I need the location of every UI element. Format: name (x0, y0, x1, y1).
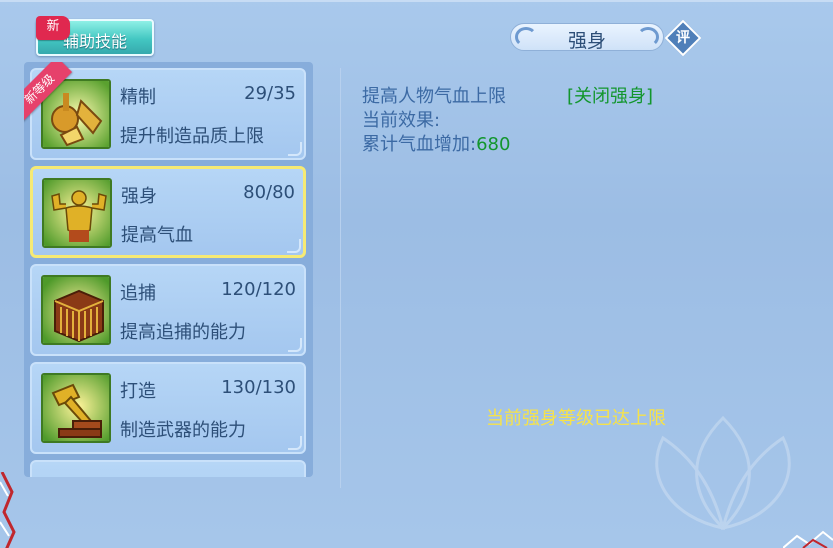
muscle-man-icon (42, 178, 112, 248)
current-effect-label: 当前效果: (362, 110, 441, 131)
detail-title-plate: 强身 (510, 23, 664, 52)
lotus-watermark-icon (655, 415, 791, 531)
skill-level: 120/120 (221, 279, 296, 300)
swirl-right-icon (637, 27, 659, 47)
rate-label: 评 (676, 30, 690, 46)
skill-list[interactable]: 精制 29/35 提升制造品质上限 新等级 强身 80/80 提高气血 追捕 1… (24, 62, 313, 477)
accumulated-value: 680 (476, 134, 511, 155)
cage-icon (41, 275, 111, 345)
skill-name: 打造 (120, 381, 156, 402)
right-ornament-icon (783, 530, 833, 548)
skill-level: 29/35 (244, 83, 296, 104)
skill-name: 追捕 (120, 283, 156, 304)
toggle-skill-link[interactable]: [关闭强身] (567, 82, 653, 108)
card-corner-ornament (288, 436, 302, 450)
skill-card-qiangshen[interactable]: 强身 80/80 提高气血 (30, 166, 306, 258)
left-ornament-icon (0, 472, 16, 548)
accumulated-line: 累计气血增加:680 (362, 130, 510, 156)
skill-card-zhuibu[interactable]: 追捕 120/120 提高追捕的能力 (30, 264, 306, 356)
skill-level: 130/130 (221, 377, 296, 398)
skill-card-jingzhi[interactable]: 精制 29/35 提升制造品质上限 (30, 68, 306, 160)
skill-desc: 提高追捕的能力 (120, 322, 246, 343)
panel-divider (340, 68, 341, 488)
skill-card-partial[interactable] (30, 460, 306, 477)
skill-desc: 制造武器的能力 (120, 420, 246, 441)
skill-name: 精制 (120, 87, 156, 108)
new-badge: 新 (36, 16, 70, 40)
max-level-notice: 当前强身等级已达上限 (486, 408, 666, 429)
accumulated-label: 累计气血增加: (362, 134, 477, 155)
skill-desc: 提高气血 (121, 225, 193, 246)
skill-card-dazao[interactable]: 打造 130/130 制造武器的能力 (30, 362, 306, 454)
card-corner-ornament (288, 142, 302, 156)
card-corner-ornament (288, 338, 302, 352)
hammer-anvil-icon (41, 373, 111, 443)
skill-description: 提高人物气血上限 (362, 86, 506, 107)
card-corner-ornament (287, 239, 301, 253)
skill-level: 80/80 (243, 182, 295, 203)
skill-name: 强身 (121, 186, 157, 207)
skill-desc: 提升制造品质上限 (120, 126, 264, 147)
